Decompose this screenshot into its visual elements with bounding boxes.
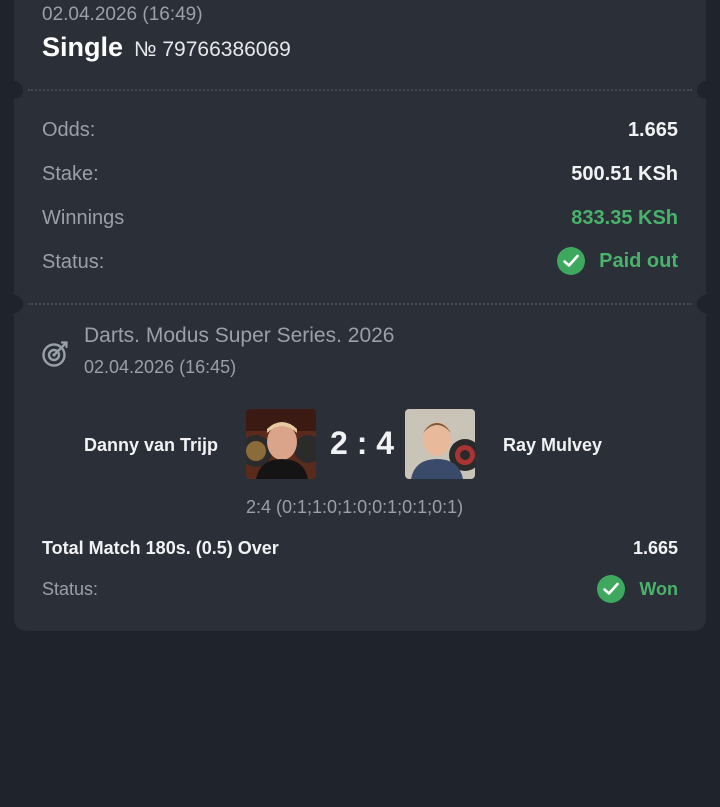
status-value: Paid out bbox=[599, 249, 678, 272]
match-score: 2 : 4 bbox=[330, 425, 395, 461]
bet-datetime: 02.04.2026 (16:49) bbox=[42, 4, 203, 25]
darts-target-icon bbox=[41, 340, 69, 373]
away-player-name: Ray Mulvey bbox=[503, 435, 603, 455]
market-name: Total Match 180s. (0.5) Over bbox=[42, 538, 279, 558]
event-title: Darts. Modus Super Series. 2026 bbox=[84, 324, 395, 347]
odds-label: Odds: bbox=[42, 119, 96, 141]
score-detail: 2:4 (0:1;1:0;1:0;0:1;0:1;0:1) bbox=[246, 497, 464, 517]
winnings-label: Winnings bbox=[42, 207, 125, 229]
bet-type: Single bbox=[42, 32, 124, 62]
dotted-divider bbox=[28, 89, 692, 91]
status-badge: Paid out bbox=[557, 247, 678, 275]
away-player-avatar bbox=[405, 409, 475, 479]
stake-label: Stake: bbox=[42, 163, 99, 185]
check-circle-icon bbox=[597, 575, 626, 603]
bet-number: № 79766386069 bbox=[134, 38, 291, 61]
market-odds: 1.665 bbox=[632, 538, 678, 558]
status-label: Status: bbox=[42, 251, 105, 273]
odds-value: 1.665 bbox=[627, 119, 678, 141]
winnings-value: 833.35 KSh bbox=[571, 207, 678, 229]
bet-card: 02.04.2026 (16:49) Single № 79766386069 … bbox=[5, 0, 715, 631]
stake-value: 500.51 KSh bbox=[571, 163, 678, 185]
check-circle-icon bbox=[557, 247, 586, 275]
card-notch-left bbox=[5, 295, 23, 313]
event-status-label: Status: bbox=[42, 579, 99, 599]
event-datetime: 02.04.2026 (16:45) bbox=[84, 357, 237, 377]
event-status-value: Won bbox=[639, 578, 678, 599]
card-notch-left bbox=[5, 81, 23, 99]
card-notch-right bbox=[697, 81, 715, 99]
dotted-divider bbox=[28, 303, 692, 305]
home-player-avatar bbox=[246, 409, 316, 479]
home-player-name: Danny van Trijp bbox=[84, 435, 219, 455]
event-status-badge: Won bbox=[597, 575, 678, 603]
card-notch-right bbox=[697, 295, 715, 313]
